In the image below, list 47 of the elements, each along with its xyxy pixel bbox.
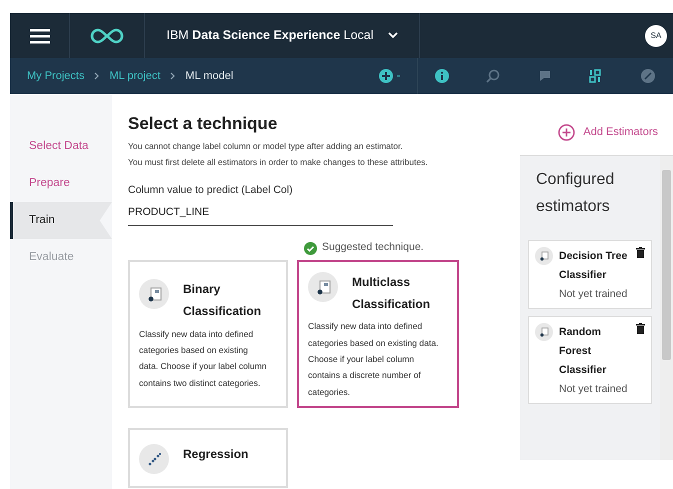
estimator-name: Decision Tree Classifier: [559, 249, 628, 284]
label-column-field[interactable]: PRODUCT_LINE: [128, 202, 393, 226]
technique-card[interactable]: Multiclass Classification Classify new data into defined categories based on existing data. Choose if your label column contains a discrete number of categories.: [297, 260, 459, 408]
check-circle-icon: [304, 242, 317, 255]
technique-title: Multiclass Classification: [352, 274, 432, 313]
scrollbar[interactable]: [660, 156, 673, 460]
add-estimators-button[interactable]: Add Estimators: [558, 124, 673, 141]
app-title: IBM Data Science Experience Local: [166, 27, 374, 44]
menu-button[interactable]: [30, 28, 50, 44]
trash-icon[interactable]: [636, 323, 645, 334]
breadcrumb-link[interactable]: ML project: [109, 68, 160, 84]
breadcrumb-link[interactable]: ML model: [185, 68, 234, 84]
info-note: You cannot change label column or model type after adding an estimator.: [128, 140, 404, 154]
step-tab[interactable]: Train: [10, 202, 112, 239]
chevron-right-icon: [170, 72, 176, 80]
search-icon[interactable]: [485, 68, 502, 84]
document-icon: [308, 272, 338, 302]
chevron-right-icon: [94, 72, 100, 80]
trash-icon[interactable]: [636, 247, 645, 258]
technique-description: Classify new data into defined categories based on existing data. Choose if your label column contains two distinct categories.: [139, 328, 268, 390]
panel-title: Configured estimators: [535, 170, 616, 218]
estimator-status: Not yet trained: [559, 287, 628, 302]
add-icon[interactable]: [558, 124, 576, 141]
technique-card[interactable]: Regression: [128, 428, 288, 488]
step-tab[interactable]: Select Data: [10, 128, 112, 165]
chevron-down-icon[interactable]: [388, 32, 398, 39]
step-tab[interactable]: Prepare: [10, 165, 112, 202]
technique-title: Binary Classification: [183, 281, 262, 320]
info-icon[interactable]: [434, 68, 450, 84]
estimator-name: Random Forest Classifier: [559, 325, 608, 378]
document-icon: [139, 279, 169, 310]
technique-description: Classify new data into defined categories based on existing data. Choose if your label column contains a discrete number of categories.: [308, 320, 440, 399]
technique-card[interactable]: Binary Classification Classify new data into defined categories based on existing data. Choose if your label column contains two distinct categories.: [128, 260, 288, 408]
technique-title: Regression: [183, 446, 248, 464]
document-icon: [535, 323, 553, 342]
info-note: You must first delete all estimators in order to make changes to these attributes.: [128, 156, 429, 169]
infinity-logo-icon[interactable]: [89, 26, 125, 44]
estimator-status: Not yet trained: [559, 382, 628, 397]
step-tab: Evaluate: [10, 239, 112, 276]
page-heading: Select a technique: [128, 114, 278, 134]
field-label: Column value to predict (Label Col): [128, 182, 294, 198]
scatter-plot-icon: [139, 444, 169, 474]
document-icon: [535, 247, 553, 266]
suggestion-text: Suggested technique.: [322, 240, 424, 256]
user-avatar[interactable]: SA: [645, 24, 667, 46]
add-icon[interactable]: [378, 68, 402, 84]
breadcrumb-link[interactable]: My Projects: [27, 68, 84, 84]
